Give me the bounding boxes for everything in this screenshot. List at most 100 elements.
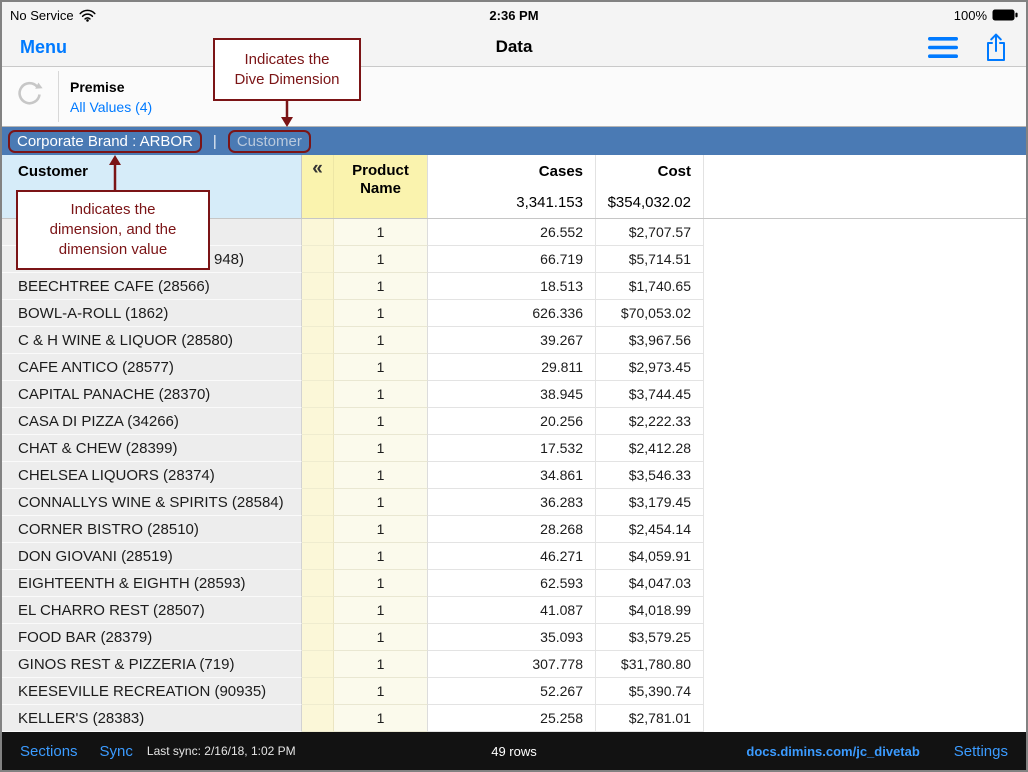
table-row[interactable]: C & H WINE & LIQUOR (28580)139.267$3,967… <box>2 327 1026 354</box>
share-icon <box>984 32 1008 62</box>
customer-cell: BOWL-A-ROLL (1862) <box>2 300 302 327</box>
callout-dive-dimension: Indicates the Dive Dimension <box>213 38 361 101</box>
customer-cell: GINOS REST & PIZZERIA (719) <box>2 651 302 678</box>
breadcrumb-dive-dimension[interactable]: Customer <box>228 130 311 153</box>
product-qty-cell: 1 <box>334 624 428 651</box>
filler-cell <box>704 705 1026 732</box>
product-qty-cell: 1 <box>334 273 428 300</box>
filler-cell <box>704 489 1026 516</box>
filler-cell <box>704 246 1026 273</box>
filler-cell <box>704 435 1026 462</box>
sections-button[interactable]: Sections <box>20 743 78 760</box>
cases-cell: 25.258 <box>428 705 596 732</box>
table-row[interactable]: DON GIOVANI (28519)146.271$4,059.91 <box>2 543 1026 570</box>
column-header-product-name[interactable]: Product Name <box>334 155 428 218</box>
filler-cell <box>704 327 1026 354</box>
cases-cell: 34.861 <box>428 462 596 489</box>
table-row[interactable]: BEECHTREE CAFE (28566)118.513$1,740.65 <box>2 273 1026 300</box>
settings-button[interactable]: Settings <box>954 743 1008 760</box>
customer-cell: C & H WINE & LIQUOR (28580) <box>2 327 302 354</box>
filler-cell <box>704 624 1026 651</box>
table-row[interactable]: EIGHTEENTH & EIGHTH (28593)162.593$4,047… <box>2 570 1026 597</box>
cost-cell: $2,222.33 <box>596 408 704 435</box>
table-row[interactable]: CORNER BISTRO (28510)128.268$2,454.14 <box>2 516 1026 543</box>
hamburger-menu-button[interactable] <box>928 37 958 58</box>
collapse-strip-cell <box>302 678 334 705</box>
product-qty-cell: 1 <box>334 651 428 678</box>
filler-cell <box>704 354 1026 381</box>
cost-cell: $2,707.57 <box>596 219 704 246</box>
table-row[interactable]: KEESEVILLE RECREATION (90935)152.267$5,3… <box>2 678 1026 705</box>
cost-cell: $70,053.02 <box>596 300 704 327</box>
filler-cell <box>704 543 1026 570</box>
breadcrumb-dimension-value[interactable]: Corporate Brand : ARBOR <box>8 130 202 153</box>
filler-cell <box>704 516 1026 543</box>
filler-cell <box>704 300 1026 327</box>
cost-cell: $4,047.03 <box>596 570 704 597</box>
product-qty-cell: 1 <box>334 246 428 273</box>
cases-cell: 41.087 <box>428 597 596 624</box>
product-qty-cell: 1 <box>334 570 428 597</box>
filler-cell <box>704 273 1026 300</box>
cost-cell: $1,740.65 <box>596 273 704 300</box>
cost-cell: $5,390.74 <box>596 678 704 705</box>
status-bar: No Service 2:36 PM 100% <box>2 2 1026 28</box>
carrier-label: No Service <box>10 8 74 23</box>
cases-cell: 20.256 <box>428 408 596 435</box>
product-qty-cell: 1 <box>334 354 428 381</box>
cost-cell: $2,781.01 <box>596 705 704 732</box>
filler-cell <box>704 381 1026 408</box>
collapse-strip-cell <box>302 651 334 678</box>
filler-cell <box>704 219 1026 246</box>
table-row[interactable]: CHAT & CHEW (28399)117.532$2,412.28 <box>2 435 1026 462</box>
table-row[interactable]: CHELSEA LIQUORS (28374)134.861$3,546.33 <box>2 462 1026 489</box>
premise-filter-value[interactable]: All Values (4) <box>70 99 152 115</box>
filter-bar: Premise All Values (4) <box>2 67 1026 127</box>
cost-cell: $4,018.99 <box>596 597 704 624</box>
callout-arrow-up-icon <box>107 155 123 190</box>
server-link[interactable]: docs.dimins.com/jc_divetab <box>746 744 919 759</box>
table-row[interactable]: CASA DI PIZZA (34266)120.256$2,222.33 <box>2 408 1026 435</box>
collapse-strip-cell <box>302 246 334 273</box>
cost-cell: $31,780.80 <box>596 651 704 678</box>
collapse-strip-cell <box>302 624 334 651</box>
collapse-chevron-icon: « <box>312 158 323 179</box>
refresh-control[interactable] <box>16 81 43 113</box>
table-row[interactable]: FOOD BAR (28379)135.093$3,579.25 <box>2 624 1026 651</box>
collapse-columns-button[interactable]: « <box>302 155 334 218</box>
filler-cell <box>704 408 1026 435</box>
premise-filter[interactable]: Premise All Values (4) <box>70 79 152 115</box>
product-qty-cell: 1 <box>334 489 428 516</box>
product-qty-cell: 1 <box>334 435 428 462</box>
cases-cell: 18.513 <box>428 273 596 300</box>
collapse-strip-cell <box>302 489 334 516</box>
product-qty-cell: 1 <box>334 705 428 732</box>
table-row[interactable]: BOWL-A-ROLL (1862)1626.336$70,053.02 <box>2 300 1026 327</box>
header-filler <box>704 155 1026 218</box>
refresh-icon <box>16 81 43 108</box>
collapse-strip-cell <box>302 435 334 462</box>
cases-cell: 307.778 <box>428 651 596 678</box>
cases-cell: 35.093 <box>428 624 596 651</box>
column-header-cases[interactable]: Cases 3,341.153 <box>428 155 596 218</box>
customer-cell: CONNALLYS WINE & SPIRITS (28584) <box>2 489 302 516</box>
share-button[interactable] <box>984 32 1008 62</box>
customer-cell: KEESEVILLE RECREATION (90935) <box>2 678 302 705</box>
cases-cell: 36.283 <box>428 489 596 516</box>
table-row[interactable]: CAPITAL PANACHE (28370)138.945$3,744.45 <box>2 381 1026 408</box>
collapse-strip-cell <box>302 543 334 570</box>
cost-cell: $3,579.25 <box>596 624 704 651</box>
cases-cell: 17.532 <box>428 435 596 462</box>
table-row[interactable]: EL CHARRO REST (28507)141.087$4,018.99 <box>2 597 1026 624</box>
table-row[interactable]: CAFE ANTICO (28577)129.811$2,973.45 <box>2 354 1026 381</box>
wifi-icon <box>79 9 96 22</box>
table-row[interactable]: CONNALLYS WINE & SPIRITS (28584)136.283$… <box>2 489 1026 516</box>
column-header-cost[interactable]: Cost $354,032.02 <box>596 155 704 218</box>
collapse-strip-cell <box>302 408 334 435</box>
sync-button[interactable]: Sync <box>100 743 133 760</box>
product-qty-cell: 1 <box>334 516 428 543</box>
table-row[interactable]: KELLER'S (28383)125.258$2,781.01 <box>2 705 1026 732</box>
table-row[interactable]: GINOS REST & PIZZERIA (719) 1307.778$31,7… <box>2 651 1026 678</box>
menu-button[interactable]: Menu <box>20 37 67 58</box>
cases-cell: 26.552 <box>428 219 596 246</box>
